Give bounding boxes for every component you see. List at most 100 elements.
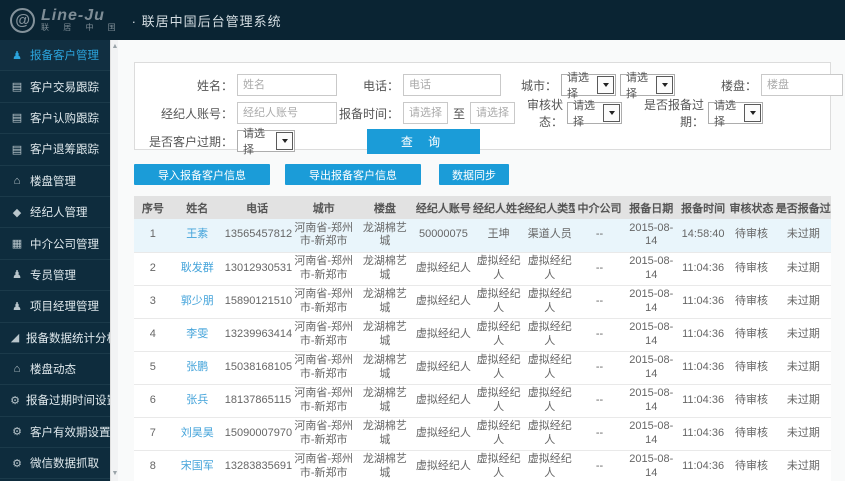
table-cell: 渠道人员 — [524, 219, 576, 253]
table-cell: 虚拟经纪人 — [524, 351, 576, 385]
sidebar-item-bank[interactable]: ⌂ 楼盘管理 — [0, 166, 118, 197]
table-cell: 11:04:36 — [678, 351, 728, 385]
table-cell: -- — [575, 384, 624, 418]
table-cell: 龙湖棉艺城 — [355, 384, 414, 418]
sidebar-item-coins[interactable]: ▤ 客户退筹跟踪 — [0, 134, 118, 166]
data-sync-button[interactable]: 数据同步 — [439, 164, 509, 185]
customer-name-link[interactable]: 刘昊昊 — [171, 417, 223, 451]
city-city-select[interactable]: 请选择 — [620, 72, 675, 100]
toolbar: 导入报备客户信息 导出报备客户信息 数据同步 — [134, 164, 831, 185]
user-icon: ♟ — [12, 300, 22, 313]
table-cell: 未过期 — [775, 450, 831, 481]
column-header: 经纪人账号 — [413, 196, 474, 219]
table-cell: 虚拟经纪人 — [473, 384, 525, 418]
sidebar-item-label: 报备过期时间设置 — [26, 395, 118, 408]
table-cell: 龙湖棉艺城 — [355, 285, 414, 319]
customer-name-link[interactable]: 张兵 — [171, 384, 223, 418]
sidebar-item-label: 客户交易跟踪 — [30, 81, 99, 94]
table-cell: -- — [575, 219, 624, 253]
customer-name-link[interactable]: 郭少朋 — [171, 285, 223, 319]
report-time-end-input[interactable] — [470, 102, 516, 124]
sidebar-item-gear[interactable]: ⚙ 客户有效期设置 — [0, 417, 118, 449]
report-expired-select[interactable]: 请选择 — [708, 100, 764, 128]
table-cell: 虚拟经纪人 — [473, 252, 525, 286]
table-cell: 11:04:36 — [678, 318, 728, 352]
table-cell: 2015-08-14 — [623, 252, 679, 286]
import-customers-button[interactable]: 导入报备客户信息 — [134, 164, 270, 185]
table-cell: 15038168105 — [222, 351, 292, 385]
table-cell: 待审核 — [727, 252, 776, 286]
report-customers-table: 序号 姓名 电话 城市 楼盘 经纪人账号 经纪人姓名 经纪人类型 中介公司 报备日期 报备时间 审核状… — [134, 196, 831, 481]
table-cell: 4 — [134, 318, 172, 352]
sidebar-item-user[interactable]: ♟ 项目经理管理 — [0, 291, 118, 323]
sidebar-item-label: 楼盘管理 — [30, 175, 76, 188]
sidebar-item-bank[interactable]: ⌂ 楼盘动态 — [0, 354, 118, 386]
export-customers-button[interactable]: 导出报备客户信息 — [285, 164, 421, 185]
table-cell: 虚拟经纪人 — [524, 318, 576, 352]
table-cell: 50000075 — [413, 219, 474, 253]
sidebar-item-user[interactable]: ♟ 报备客户管理 — [0, 40, 118, 72]
sidebar-scrollbar[interactable]: ▲ ▼ — [110, 40, 118, 481]
chart-icon: ◢ — [10, 332, 20, 345]
customer-name-link[interactable]: 耿发群 — [171, 252, 223, 286]
table-cell: 河南省-郑州市-新郑市 — [291, 384, 356, 418]
filter-row-3: 是否客户过期： 请选择 查 询 — [135, 128, 830, 156]
table-cell: 2 — [134, 252, 172, 286]
table-cell: 河南省-郑州市-新郑市 — [291, 219, 356, 253]
page-title: · 联居中国后台管理系统 — [131, 13, 282, 29]
agent-account-label: 经纪人账号： — [160, 106, 233, 121]
column-header: 中介公司 — [575, 196, 624, 219]
name-input[interactable] — [237, 74, 337, 96]
sidebar-item-gear[interactable]: ⚙ 报备过期时间设置 — [0, 385, 118, 417]
column-header: 城市 — [291, 196, 356, 219]
report-time-start-input[interactable] — [403, 102, 448, 124]
table-cell: 虚拟经纪人 — [413, 384, 474, 418]
customer-name-link[interactable]: 李雯 — [171, 318, 223, 352]
search-button[interactable]: 查 询 — [367, 128, 480, 154]
table-cell: 待审核 — [727, 318, 776, 352]
sidebar-item-coins[interactable]: ▤ 客户认购跟踪 — [0, 103, 118, 135]
sidebar-item-chart[interactable]: ◢ 报备数据统计分析 — [0, 323, 118, 354]
agent-account-input[interactable] — [237, 102, 337, 124]
column-header: 报备时间 — [678, 196, 728, 219]
sidebar-item-label: 项目经理管理 — [30, 301, 99, 314]
audit-status-value: 请选择 — [573, 100, 596, 128]
table-cell: 虚拟经纪人 — [413, 417, 474, 451]
building-input[interactable] — [761, 74, 843, 96]
sidebar-item-building[interactable]: ▦ 中介公司管理 — [0, 228, 118, 260]
sidebar-item-label: 楼盘动态 — [30, 364, 76, 377]
sidebar-item-coins[interactable]: ▤ 客户交易跟踪 — [0, 71, 118, 103]
report-time-separator: 至 — [453, 106, 466, 121]
table-cell: 虚拟经纪人 — [413, 318, 474, 352]
table-cell: 待审核 — [727, 219, 776, 253]
chevron-down-icon — [656, 76, 673, 94]
customer-name-link[interactable]: 宋国军 — [171, 450, 223, 481]
sidebar-item-tag[interactable]: ◆ 经纪人管理 — [0, 197, 118, 229]
sidebar-item-gear[interactable]: ⚙ 微信数据抓取 — [0, 448, 118, 480]
table-cell: 虚拟经纪人 — [524, 384, 576, 418]
table-cell: -- — [575, 318, 624, 352]
customer-expired-select[interactable]: 请选择 — [237, 128, 295, 156]
table-row: 4 李雯 13239963414 河南省-郑州市-新郑市 龙湖棉艺城 虚拟经纪人 虚拟经纪人… — [134, 318, 831, 352]
table-cell: 待审核 — [727, 384, 776, 418]
table-cell: 13012930531 — [222, 252, 292, 286]
at-circle-icon: @ — [10, 7, 35, 33]
city-province-select[interactable]: 请选择 — [561, 72, 616, 100]
table-cell: 龙湖棉艺城 — [355, 450, 414, 481]
table-cell: -- — [575, 351, 624, 385]
customer-name-link[interactable]: 张鹏 — [171, 351, 223, 385]
customer-name-link[interactable]: 王素 — [171, 219, 223, 253]
customer-expired-value: 请选择 — [243, 128, 265, 156]
table-cell: 虚拟经纪人 — [413, 450, 474, 481]
table-cell: 虚拟经纪人 — [413, 252, 474, 286]
main-content: 姓名： 电话： 城市： 请选择 请选择 楼盘： 经纪人账号： 报备时间： 至 审… — [118, 40, 845, 481]
audit-status-select[interactable]: 请选择 — [567, 100, 623, 128]
sidebar-item-user[interactable]: ♟ 专员管理 — [0, 260, 118, 292]
table-cell: 未过期 — [775, 285, 831, 319]
phone-input[interactable] — [403, 74, 501, 96]
table-cell: 待审核 — [727, 351, 776, 385]
table-cell: 2015-08-14 — [623, 351, 679, 385]
table-cell: 11:04:36 — [678, 417, 728, 451]
sidebar-item-label: 专员管理 — [30, 269, 76, 282]
bank-icon: ⌂ — [13, 363, 21, 376]
